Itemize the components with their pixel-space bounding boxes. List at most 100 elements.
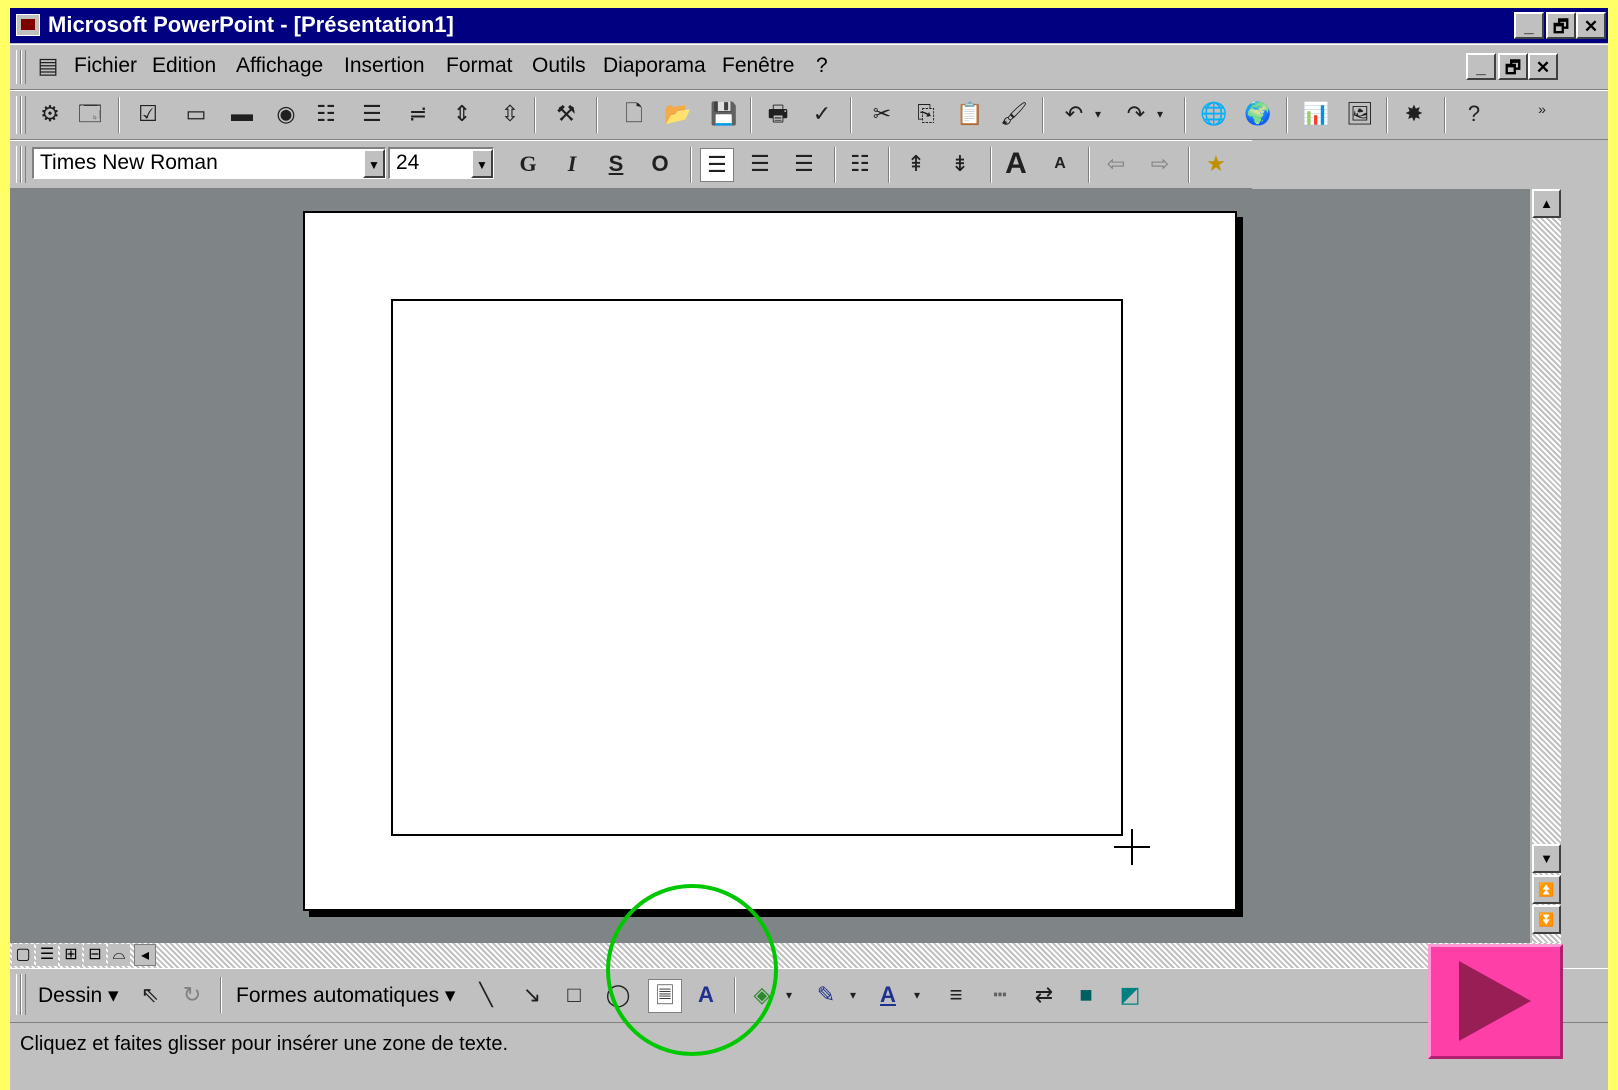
slide-sorter-view-icon[interactable]: ⊞	[60, 944, 82, 966]
view-code-icon[interactable]: 🗔	[74, 98, 106, 130]
slide-workspace[interactable]	[10, 189, 1530, 943]
font-color-icon[interactable]: A	[872, 979, 904, 1011]
textbox-control-icon[interactable]: ▭	[180, 98, 212, 130]
combo-box-icon[interactable]: ☰	[356, 98, 388, 130]
cut-icon[interactable]: ✂	[866, 98, 898, 130]
promote-icon[interactable]: ⇦	[1100, 148, 1132, 180]
underline-button[interactable]: S	[600, 148, 632, 180]
scroll-left-icon[interactable]: ◂	[134, 944, 156, 966]
animation-effects-icon[interactable]: ★	[1200, 148, 1232, 180]
scroll-down-icon[interactable]: ▼	[1532, 844, 1561, 873]
shadow-button[interactable]: O	[644, 148, 676, 180]
command-button-icon[interactable]: ▬	[226, 98, 258, 130]
line-color-icon[interactable]: ✎	[810, 979, 842, 1011]
text-box-frame[interactable]	[391, 299, 1123, 836]
insert-chart-icon[interactable]: 📊	[1300, 98, 1332, 130]
menu-fenetre[interactable]: Fenêtre	[722, 54, 794, 78]
bold-button[interactable]: G	[512, 148, 544, 180]
scroll-bar-icon[interactable]: ⇳	[494, 98, 526, 130]
toolbar-overflow-icon[interactable]: »	[1526, 93, 1558, 125]
font-color-dropdown-icon[interactable]: ▾	[908, 979, 926, 1011]
chevron-down-icon[interactable]: ▼	[363, 149, 385, 178]
properties-icon[interactable]: ⚙	[34, 98, 66, 130]
new-document-icon[interactable]: 🗋	[618, 98, 650, 130]
option-button-icon[interactable]: ◉	[270, 98, 302, 130]
demote-icon[interactable]: ⇨	[1144, 148, 1176, 180]
autoshapes-menu-button[interactable]: Formes automatiques ▾	[236, 983, 455, 1008]
slideshow-view-icon[interactable]: ⌓	[108, 944, 130, 966]
checkbox-icon[interactable]: ☑	[132, 98, 164, 130]
chevron-down-icon[interactable]: ▼	[471, 149, 493, 178]
3d-icon[interactable]: ◩	[1114, 979, 1146, 1011]
new-slide-icon[interactable]: ✸	[1398, 98, 1430, 130]
help-icon[interactable]: ?	[1458, 98, 1490, 130]
more-controls-icon[interactable]: ⚒	[550, 98, 582, 130]
format-painter-icon[interactable]: 🖌	[998, 98, 1030, 130]
menu-affichage[interactable]: Affichage	[236, 54, 323, 78]
menu-fichier[interactable]: Fichier	[74, 54, 137, 78]
copy-icon[interactable]: ⎘	[910, 98, 942, 130]
rectangle-icon[interactable]: □	[558, 979, 590, 1011]
arrow-style-icon[interactable]: ⇄	[1028, 979, 1060, 1011]
web-toolbar-icon[interactable]: 🌍	[1242, 98, 1274, 130]
next-slide-button[interactable]	[1428, 944, 1563, 1059]
undo-dropdown-icon[interactable]: ▾	[1090, 98, 1106, 130]
menu-help[interactable]: ?	[816, 54, 828, 78]
redo-dropdown-icon[interactable]: ▾	[1152, 98, 1168, 130]
save-icon[interactable]: 💾	[708, 98, 740, 130]
font-name-select[interactable]: Times New Roman ▼	[32, 147, 386, 179]
menu-diaporama[interactable]: Diaporama	[603, 54, 706, 78]
insert-clipart-icon[interactable]: 🖼	[1344, 98, 1376, 130]
increase-spacing-icon[interactable]: ⇞	[900, 148, 932, 180]
align-center-icon[interactable]: ☰	[744, 148, 776, 180]
menu-insertion[interactable]: Insertion	[344, 54, 425, 78]
dash-style-icon[interactable]: ┅	[984, 979, 1016, 1011]
fill-color-dropdown-icon[interactable]: ▾	[780, 979, 798, 1011]
open-folder-icon[interactable]: 📂	[662, 98, 694, 130]
toggle-button-icon[interactable]: ≓	[402, 98, 434, 130]
close-button[interactable]: ✕	[1576, 12, 1606, 39]
doc-restore-button[interactable]: 🗗	[1498, 53, 1528, 80]
draw-menu-button[interactable]: Dessin ▾	[38, 983, 119, 1008]
doc-close-button[interactable]: ✕	[1528, 53, 1558, 80]
free-rotate-icon[interactable]: ↻	[176, 979, 208, 1011]
maximize-button[interactable]: 🗗	[1546, 12, 1576, 39]
bullets-icon[interactable]: ☷	[844, 148, 876, 180]
arrow-icon[interactable]: ↘	[516, 979, 548, 1011]
decrease-spacing-icon[interactable]: ⇟	[944, 148, 976, 180]
paste-icon[interactable]: 📋	[954, 98, 986, 130]
previous-slide-icon[interactable]: ⏫	[1532, 875, 1561, 904]
align-right-icon[interactable]: ☰	[788, 148, 820, 180]
line-icon[interactable]: ╲	[470, 979, 502, 1011]
hyperlink-icon[interactable]: 🌐	[1198, 98, 1230, 130]
scroll-up-icon[interactable]: ▲	[1532, 189, 1561, 218]
outline-view-icon[interactable]: ☰	[36, 944, 58, 966]
menu-format[interactable]: Format	[446, 54, 513, 78]
normal-view-icon[interactable]: ▢	[12, 944, 34, 966]
vertical-scrollbar[interactable]: ▲ ▼ ⏫ ⏬	[1532, 189, 1561, 943]
horizontal-scrollbar[interactable]: ▢ ☰ ⊞ ⊟ ⌓ ◂	[10, 943, 1561, 968]
spin-button-icon[interactable]: ⇕	[446, 98, 478, 130]
slide-canvas[interactable]	[303, 211, 1237, 911]
undo-icon[interactable]: ↶	[1058, 98, 1090, 130]
print-icon[interactable]: 🖶	[762, 98, 794, 130]
spelling-icon[interactable]: ✓	[806, 98, 838, 130]
doc-minimize-button[interactable]: _	[1466, 53, 1496, 80]
align-left-icon[interactable]: ☰	[700, 148, 734, 182]
slide-view-icon[interactable]: ⊟	[84, 944, 106, 966]
line-color-dropdown-icon[interactable]: ▾	[844, 979, 862, 1011]
line-style-icon[interactable]: ≡	[940, 979, 972, 1011]
decrease-font-size-icon[interactable]: A	[1044, 148, 1076, 180]
select-pointer-icon[interactable]: ⇖	[134, 979, 166, 1011]
increase-font-size-icon[interactable]: A	[1000, 148, 1032, 180]
shadow-icon[interactable]: ■	[1070, 979, 1102, 1011]
powerpoint-app-icon[interactable]	[16, 14, 40, 36]
italic-button[interactable]: I	[556, 148, 588, 180]
document-icon[interactable]: ▤	[32, 50, 64, 82]
minimize-button[interactable]: _	[1514, 12, 1544, 39]
redo-icon[interactable]: ↷	[1120, 98, 1152, 130]
menu-outils[interactable]: Outils	[532, 54, 586, 78]
menu-edition[interactable]: Edition	[152, 54, 216, 78]
next-slide-icon[interactable]: ⏬	[1532, 905, 1561, 934]
list-box-icon[interactable]: ☷	[310, 98, 342, 130]
